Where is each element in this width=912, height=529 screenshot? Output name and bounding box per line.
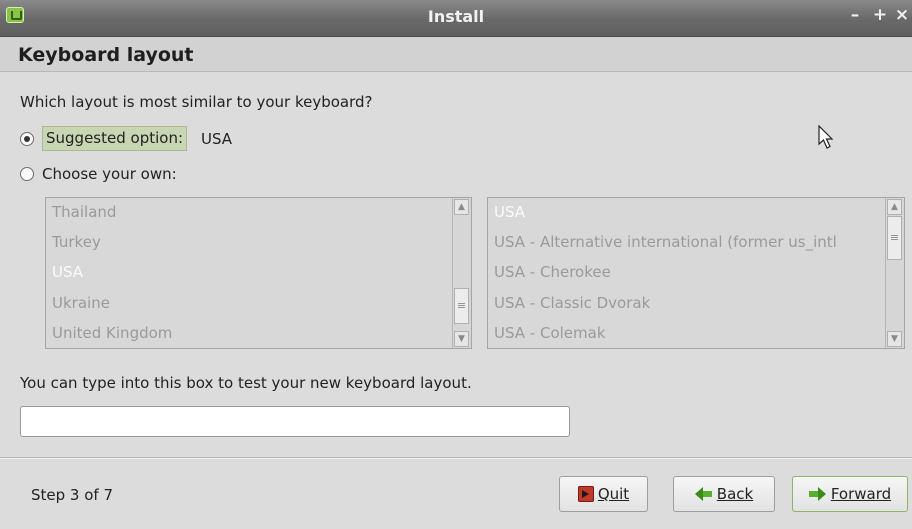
- variant-list-item[interactable]: USA - Classic Dvorak: [494, 294, 650, 312]
- variant-list-scrollbar[interactable]: ▲ ≡ ▼: [885, 198, 904, 348]
- page-title: Keyboard layout: [18, 44, 194, 66]
- layout-list-item[interactable]: Ukraine: [52, 294, 110, 312]
- mouse-pointer-icon: [818, 125, 834, 149]
- layout-question: Which layout is most similar to your key…: [20, 93, 373, 111]
- forward-button[interactable]: Forward: [792, 476, 908, 512]
- title-bar: Install – + ×: [0, 0, 912, 37]
- variant-list[interactable]: USA USA - Alternative international (for…: [487, 197, 905, 349]
- forward-button-label: Forward: [830, 485, 892, 503]
- window-title: Install: [427, 7, 485, 26]
- variant-list-item-selected[interactable]: USA: [494, 203, 525, 221]
- scroll-thumb[interactable]: ≡: [887, 216, 902, 260]
- layout-list-scrollbar[interactable]: ▲ ≡ ▼: [452, 198, 471, 348]
- choose-own-label[interactable]: Choose your own:: [42, 165, 177, 183]
- scroll-down-icon[interactable]: ▼: [887, 331, 902, 347]
- footer-divider: [0, 457, 912, 459]
- variant-list-item[interactable]: USA - Cherokee: [494, 263, 611, 281]
- layout-list-item[interactable]: Thailand: [52, 203, 116, 221]
- quit-button-label: Quit: [597, 485, 630, 503]
- layout-list-item-selected[interactable]: USA: [52, 263, 83, 281]
- layout-list[interactable]: Thailand Turkey USA Ukraine United Kingd…: [45, 197, 472, 349]
- layout-list-item[interactable]: Turkey: [52, 233, 101, 251]
- scroll-thumb[interactable]: ≡: [454, 288, 469, 324]
- quit-icon: [577, 486, 594, 502]
- choose-own-row[interactable]: Choose your own:: [20, 165, 177, 183]
- back-button-label: Back: [716, 485, 754, 503]
- scroll-up-icon[interactable]: ▲: [454, 199, 469, 215]
- suggested-option-radio[interactable]: [20, 131, 34, 146]
- back-button[interactable]: Back: [673, 476, 775, 512]
- minimize-button[interactable]: –: [846, 5, 864, 25]
- variant-list-item[interactable]: USA - Alternative international (former …: [494, 233, 837, 251]
- page-header: Keyboard layout: [0, 37, 912, 72]
- forward-arrow-icon: [808, 487, 827, 501]
- variant-list-item[interactable]: USA - Colemak: [494, 324, 606, 342]
- choose-own-radio[interactable]: [20, 167, 34, 181]
- quit-button[interactable]: Quit: [559, 476, 648, 512]
- suggested-option-label[interactable]: Suggested option:: [42, 126, 187, 151]
- scroll-down-icon[interactable]: ▼: [454, 331, 469, 347]
- keyboard-test-input[interactable]: [20, 406, 570, 437]
- suggested-option-value: USA: [201, 129, 233, 148]
- suggested-option-row[interactable]: Suggested option: USA: [20, 126, 232, 151]
- scroll-up-icon[interactable]: ▲: [887, 199, 902, 215]
- step-indicator: Step 3 of 7: [31, 486, 114, 504]
- layout-list-item[interactable]: United Kingdom: [52, 324, 172, 342]
- close-button[interactable]: ×: [893, 5, 911, 25]
- test-box-label: You can type into this box to test your …: [20, 374, 472, 392]
- maximize-button[interactable]: +: [871, 5, 889, 25]
- back-arrow-icon: [694, 487, 713, 501]
